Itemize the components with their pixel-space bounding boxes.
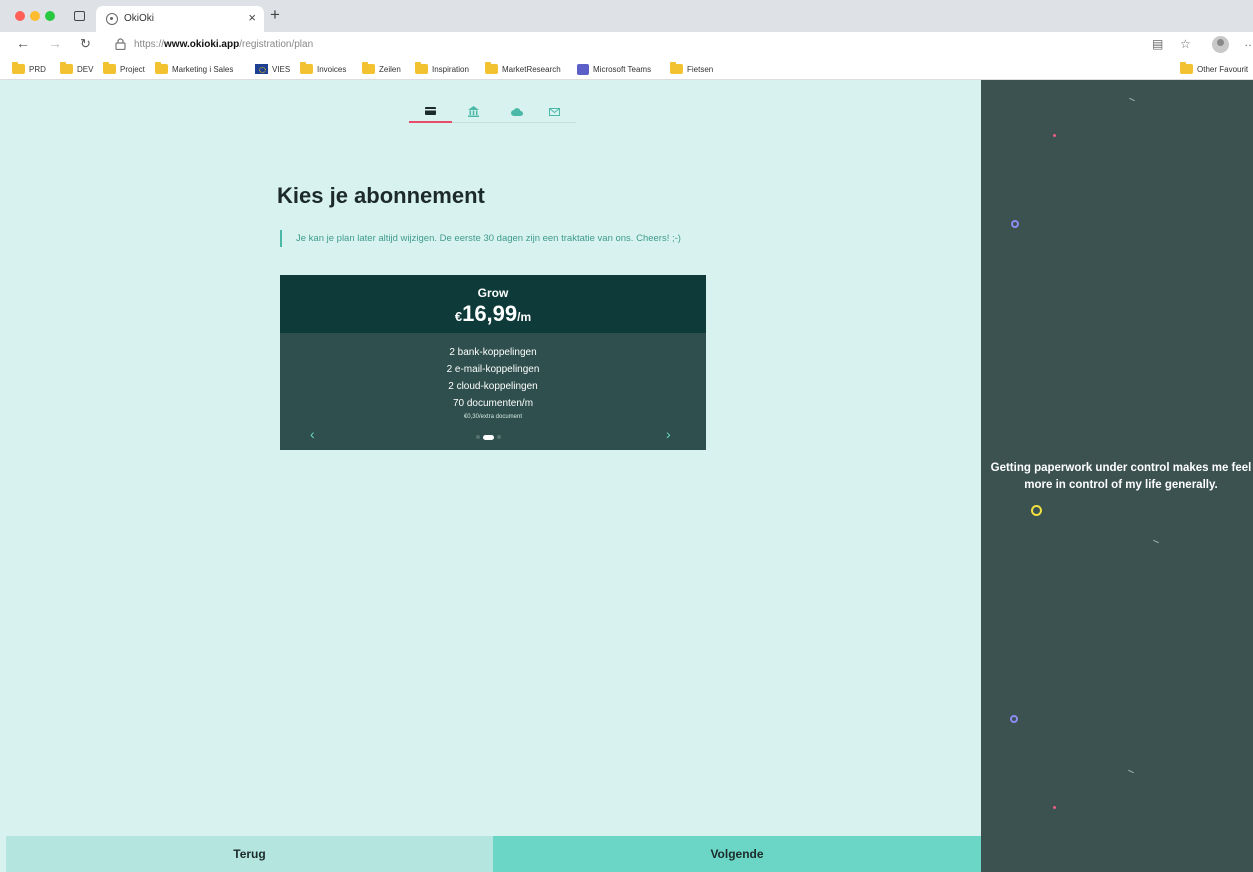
back-arrow-icon[interactable]: ← bbox=[16, 35, 30, 51]
plan-feature: 2 cloud-koppelingen bbox=[448, 381, 538, 392]
step-bank[interactable] bbox=[452, 100, 495, 123]
lock-icon[interactable] bbox=[115, 38, 126, 50]
plan-price: €16,99/m bbox=[280, 301, 706, 327]
carousel-dot[interactable] bbox=[497, 435, 501, 439]
browser-tab[interactable]: OkiOki × bbox=[96, 6, 264, 32]
next-plan-chevron-icon[interactable]: › bbox=[666, 426, 671, 442]
bookmark-marketresearch[interactable]: MarketResearch bbox=[485, 62, 561, 75]
cloud-icon bbox=[510, 107, 523, 116]
step-subscription[interactable] bbox=[409, 100, 452, 123]
confetti-ring bbox=[1011, 220, 1019, 228]
confetti-ring bbox=[1031, 505, 1042, 516]
folder-icon bbox=[60, 62, 73, 74]
folder-icon bbox=[103, 62, 116, 74]
plan-header: Grow €16,99/m bbox=[280, 275, 706, 333]
step-cloud[interactable] bbox=[495, 100, 538, 123]
carousel-dot[interactable] bbox=[476, 435, 480, 439]
step-indicator bbox=[409, 100, 576, 123]
previous-plan-chevron-icon[interactable]: ‹ bbox=[310, 426, 315, 442]
page-title: Kies je abonnement bbox=[277, 183, 485, 208]
registration-page: Kies je abonnement Je kan je plan later … bbox=[0, 80, 981, 872]
browser-tab-bar: OkiOki × + bbox=[0, 0, 1253, 32]
reader-view-icon[interactable]: ▤ bbox=[1152, 37, 1163, 51]
plan-currency: € bbox=[454, 309, 463, 324]
plan-extra-document-note: €0,30/extra document bbox=[463, 414, 523, 420]
confetti-dot bbox=[1053, 134, 1056, 137]
folder-icon bbox=[485, 62, 498, 74]
back-button[interactable]: Terug bbox=[6, 836, 493, 872]
window-close-button[interactable] bbox=[15, 11, 25, 21]
plan-amount: 16,99 bbox=[462, 301, 518, 326]
bank-icon bbox=[468, 106, 479, 117]
plan-name: Grow bbox=[477, 286, 509, 300]
plan-carousel: Grow €16,99/m 2 bank-koppelingen 2 e-mai… bbox=[280, 275, 706, 450]
url-path: /registration/plan bbox=[239, 39, 314, 50]
folder-icon bbox=[300, 62, 313, 74]
step-email[interactable] bbox=[533, 100, 576, 123]
address-bar: ← → ↻ https://www.okioki.app/registratio… bbox=[0, 32, 1253, 58]
bookmarks-bar: PRD DEV Project Marketing i Sales VIES I… bbox=[0, 58, 1253, 80]
carousel-dot[interactable] bbox=[483, 434, 494, 440]
bookmark-prd[interactable]: PRD bbox=[12, 62, 46, 75]
bookmark-inspiration[interactable]: Inspiration bbox=[415, 62, 469, 75]
plan-period: /m bbox=[517, 310, 532, 324]
bookmark-zeilen[interactable]: Zeilen bbox=[362, 62, 401, 75]
new-tab-button[interactable]: + bbox=[270, 5, 280, 25]
tab-title: OkiOki bbox=[124, 13, 154, 24]
carousel-pagination bbox=[476, 434, 501, 440]
eu-flag-icon bbox=[255, 64, 268, 74]
reload-icon[interactable]: ↻ bbox=[80, 36, 91, 52]
bookmark-microsoft-teams[interactable]: Microsoft Teams bbox=[577, 63, 651, 75]
folder-icon bbox=[670, 62, 683, 74]
folder-icon bbox=[415, 62, 428, 74]
confetti-ring bbox=[1010, 715, 1018, 723]
url-field[interactable]: https://www.okioki.app/registration/plan bbox=[134, 39, 313, 50]
url-scheme: https:// bbox=[134, 39, 165, 50]
okioki-favicon-icon bbox=[106, 13, 118, 25]
next-button[interactable]: Volgende bbox=[493, 836, 981, 872]
card-icon bbox=[425, 106, 436, 115]
mail-icon bbox=[549, 107, 560, 116]
folder-icon bbox=[362, 62, 375, 74]
folder-icon bbox=[12, 62, 25, 74]
plan-feature: 70 documenten/m bbox=[452, 398, 534, 409]
bookmark-vies[interactable]: VIES bbox=[255, 63, 290, 75]
tab-close-icon[interactable]: × bbox=[248, 10, 256, 25]
window-minimize-button[interactable] bbox=[30, 11, 40, 21]
folder-icon bbox=[155, 62, 168, 74]
forward-arrow-icon[interactable]: → bbox=[48, 35, 62, 51]
plan-feature: 2 e-mail-koppelingen bbox=[446, 364, 540, 375]
more-menu-icon[interactable]: … bbox=[1244, 35, 1253, 49]
window-maximize-button[interactable] bbox=[45, 11, 55, 21]
bookmark-project[interactable]: Project bbox=[103, 62, 145, 75]
folder-icon bbox=[1180, 62, 1193, 74]
testimonial-quote: Getting paperwork under control makes me… bbox=[990, 462, 1252, 491]
bookmark-dev[interactable]: DEV bbox=[60, 62, 93, 75]
plan-feature: 2 bank-koppelingen bbox=[449, 347, 537, 358]
confetti-dot bbox=[1053, 806, 1056, 809]
bookmark-invoices[interactable]: Invoices bbox=[300, 62, 346, 75]
trial-notice: Je kan je plan later altijd wijzigen. De… bbox=[280, 230, 710, 247]
bookmark-fietsen[interactable]: Fietsen bbox=[670, 62, 713, 75]
tab-actions-icon[interactable] bbox=[74, 11, 85, 21]
favourites-star-icon[interactable]: ☆ bbox=[1180, 37, 1191, 51]
url-domain: www.okioki.app bbox=[164, 39, 240, 50]
plan-features: 2 bank-koppelingen 2 e-mail-koppelingen … bbox=[280, 333, 706, 450]
bookmark-other-favourites[interactable]: Other Favourit bbox=[1180, 62, 1248, 75]
bookmark-marketing-sales[interactable]: Marketing i Sales bbox=[155, 62, 233, 75]
profile-avatar[interactable] bbox=[1212, 36, 1229, 53]
teams-icon bbox=[577, 63, 589, 75]
